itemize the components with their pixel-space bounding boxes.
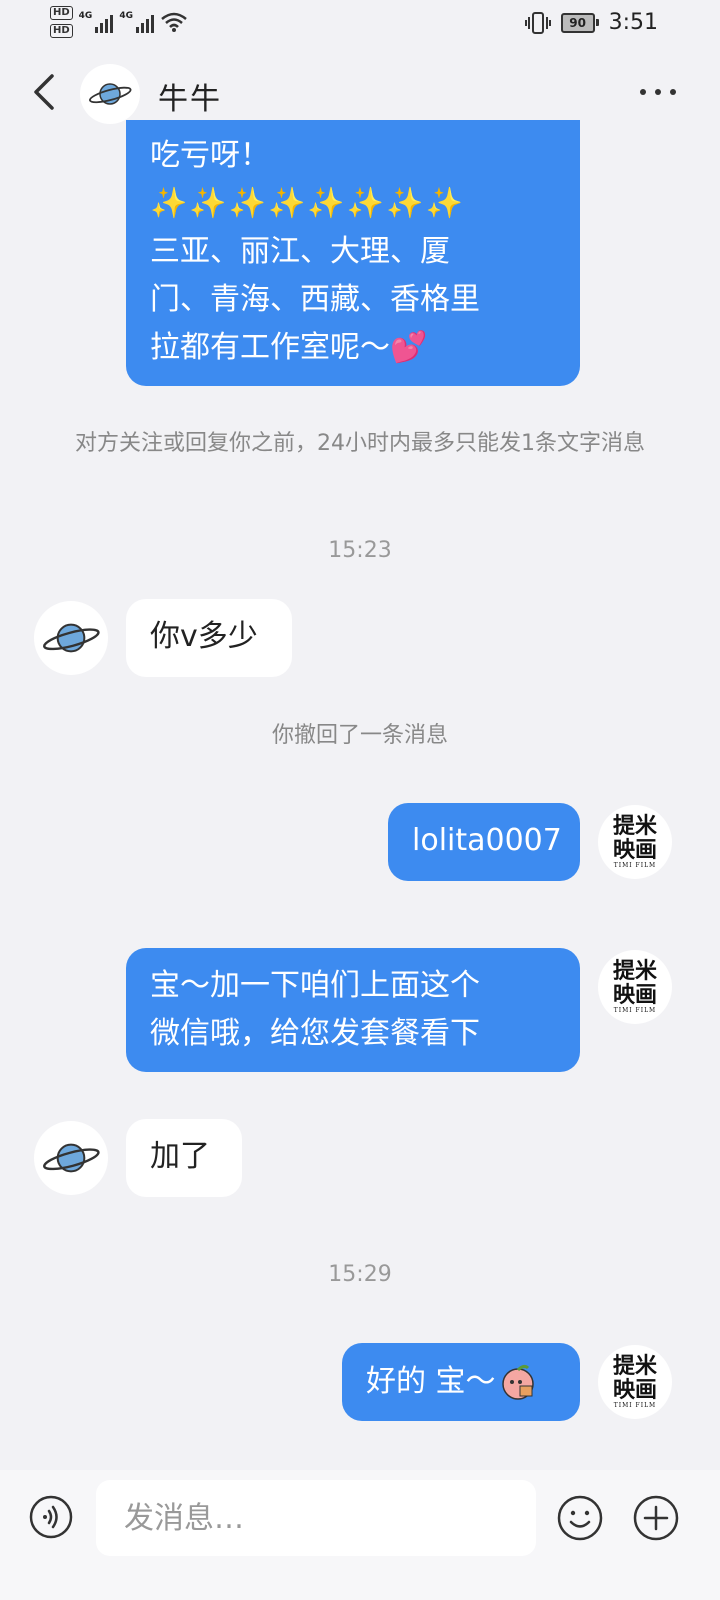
outgoing-message[interactable]: 好的 宝～ <box>342 1343 580 1421</box>
battery-icon: 90 <box>560 12 599 33</box>
system-notice: 对方关注或回复你之前，24小时内最多只能发1条文字消息 <box>75 431 645 456</box>
message-text: 宝～加一下咱们上面这个 <box>150 968 480 1003</box>
message-text: lolita0007 <box>412 823 562 858</box>
contact-name: 牛牛 <box>158 82 222 117</box>
message-text: 你v多少 <box>150 619 258 654</box>
self-avatar[interactable]: 提米 映画 TIMI FILM <box>598 1345 672 1419</box>
message-text: 三亚、丽江、大理、厦 <box>150 234 450 269</box>
vibrate-icon <box>524 11 551 34</box>
hd-badge: HD <box>50 24 73 38</box>
status-bar: HD HD 4G 4G 90 3:51 <box>0 0 720 46</box>
signal-icon: 4G <box>79 11 114 33</box>
clock: 3:51 <box>608 10 658 35</box>
sparkles-emoji: ✨✨✨✨✨✨✨✨ <box>150 186 465 221</box>
status-left: HD HD 4G 4G <box>50 6 188 38</box>
timestamp: 15:29 <box>328 1262 392 1287</box>
timi-film-logo: 提米 映画 TIMI FILM <box>612 813 657 869</box>
message-text: 吃亏呀！ <box>150 138 270 173</box>
self-avatar[interactable]: 提米 映画 TIMI FILM <box>598 950 672 1024</box>
outgoing-message[interactable]: 宝～加一下咱们上面这个 微信哦，给您发套餐看下 <box>126 948 580 1072</box>
status-right: 90 3:51 <box>524 10 658 35</box>
signal-icon: 4G <box>119 11 154 33</box>
message-text: 门、青海、西藏、香格里 <box>150 282 480 317</box>
contact-avatar[interactable] <box>34 1121 108 1195</box>
recall-notice: 你撤回了一条消息 <box>271 723 448 748</box>
planet-icon <box>43 1143 100 1173</box>
more-icon[interactable] <box>640 80 684 104</box>
hd-badge: HD <box>50 6 73 20</box>
composer-bar <box>0 1470 720 1600</box>
plus-icon[interactable] <box>632 1494 680 1542</box>
incoming-message[interactable]: 加了 <box>126 1119 242 1197</box>
wifi-icon <box>161 12 187 32</box>
back-arrow-icon[interactable] <box>28 72 64 112</box>
self-avatar[interactable]: 提米 映画 TIMI FILM <box>598 805 672 879</box>
planet-icon <box>43 623 100 653</box>
contact-avatar[interactable] <box>80 64 140 124</box>
message-text: 好的 宝～ <box>366 1364 496 1399</box>
peach-sticker-icon <box>501 1364 534 1400</box>
voice-icon[interactable] <box>28 1494 74 1540</box>
outgoing-message[interactable]: lolita0007 <box>388 803 580 881</box>
message-input[interactable] <box>96 1480 536 1556</box>
incoming-message[interactable]: 你v多少 <box>126 599 292 677</box>
planet-icon <box>89 83 132 105</box>
outgoing-message[interactable]: 吃亏呀！ ✨✨✨✨✨✨✨✨ 三亚、丽江、大理、厦 门、青海、西藏、香格里 拉都有… <box>126 120 580 386</box>
message-text: 微信哦，给您发套餐看下 <box>150 1016 480 1051</box>
timi-film-logo: 提米 映画 TIMI FILM <box>612 958 657 1014</box>
timi-film-logo: 提米 映画 TIMI FILM <box>612 1353 657 1409</box>
emoji-icon[interactable] <box>556 1494 604 1542</box>
contact-avatar[interactable] <box>34 601 108 675</box>
timestamp: 15:23 <box>328 538 392 563</box>
message-text: 拉都有工作室呢～💕 <box>150 330 428 365</box>
message-text: 加了 <box>150 1139 210 1174</box>
